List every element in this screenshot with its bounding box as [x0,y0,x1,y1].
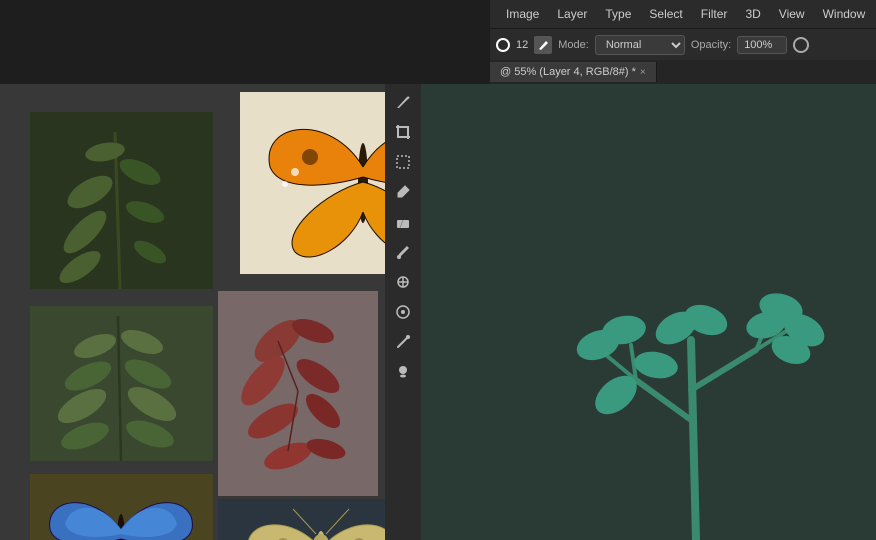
menu-view[interactable]: View [771,3,813,25]
document-tab[interactable]: @ 55% (Layer 4, RGB/8#) * × [490,62,657,82]
menu-type[interactable]: Type [597,3,639,25]
eraser-tool-button[interactable] [389,208,417,236]
options-bar: 12 Mode: Normal Multiply Screen Overlay … [490,28,876,60]
toolbar [385,84,421,540]
paint-brush-tool-button[interactable] [389,238,417,266]
eyedropper-tool-button[interactable] [389,178,417,206]
opacity-label: Opacity: [691,39,731,51]
brush-size-value: 12 [516,39,528,51]
canvas-area [0,84,421,540]
crop-tool-button[interactable] [389,118,417,146]
tab-title: @ 55% (Layer 4, RGB/8#) * [500,66,636,78]
menu-bar: Image Layer Type Select Filter 3D View W… [490,0,876,28]
brush-tool-button[interactable] [389,88,417,116]
menu-filter[interactable]: Filter [693,3,736,25]
menu-3d[interactable]: 3D [737,3,768,25]
tab-bar: @ 55% (Layer 4, RGB/8#) * × [490,60,876,84]
tab-close-button[interactable]: × [640,67,646,78]
blend-mode-select[interactable]: Normal Multiply Screen Overlay [595,35,685,55]
heal-tool-button[interactable] [389,298,417,326]
clone-tool-button[interactable] [389,268,417,296]
photo-leaves [30,306,213,461]
photo-blue-butterfly [30,474,213,540]
opacity-input[interactable] [737,36,787,54]
mode-label: Mode: [558,39,589,51]
plant-illustration [576,240,876,540]
brush-preview[interactable] [496,38,510,52]
marquee-tool-button[interactable] [389,148,417,176]
menu-select[interactable]: Select [641,3,690,25]
photo-red-leaves [218,291,378,496]
menu-image[interactable]: Image [498,3,547,25]
photo-plant-1 [30,112,213,289]
right-panel [421,84,876,540]
menu-window[interactable]: Window [815,3,874,25]
smudge-tool-button[interactable] [389,328,417,356]
dodge-tool-button[interactable] [389,358,417,386]
brush-mode-icon[interactable] [534,36,552,54]
menu-layer[interactable]: Layer [549,3,595,25]
pressure-icon[interactable] [793,37,809,53]
